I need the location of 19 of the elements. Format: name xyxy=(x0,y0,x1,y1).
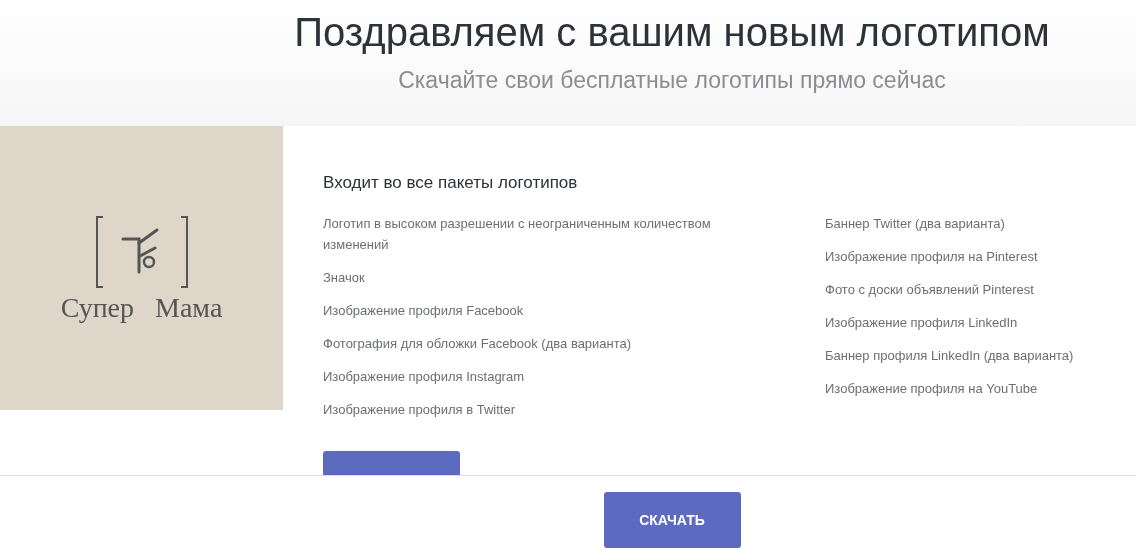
download-button[interactable]: СКАЧАТЬ xyxy=(603,492,741,548)
download-button[interactable] xyxy=(323,451,460,475)
feature-item: Фотография для обложки Facebook (два варианта) xyxy=(323,335,633,353)
feature-item: Фото с доски объявлений Pinterest xyxy=(825,281,1035,299)
logo-mark-icon xyxy=(94,216,189,288)
feature-item: Баннер Twitter (два варианта) xyxy=(825,215,1006,233)
feature-item: Баннер профиля LinkedIn (два варианта) xyxy=(825,347,1075,365)
feature-item: Изображение профиля Instagram xyxy=(323,368,525,386)
feature-item: Изображение профиля LinkedIn xyxy=(825,314,1019,332)
feature-item: Логотип в высоком разрешении с неограниченным количеством изменений xyxy=(323,215,712,254)
feature-item: Значок xyxy=(323,269,366,287)
page-subtitle: Скачайте свои бесплатные логотипы прямо сейчас xyxy=(398,66,946,94)
feature-item: Изображение профиля в Twitter xyxy=(323,401,516,419)
feature-item: Изображение профиля Facebook xyxy=(323,302,525,320)
package-heading: Входит во все пакеты логотипов xyxy=(323,172,579,194)
page-title: Поздравляем с вашим новым логотипом xyxy=(294,9,1050,56)
feature-item: Изображение профиля на YouTube xyxy=(825,380,1039,398)
feature-item: Изображение профиля на Pinterest xyxy=(825,248,1039,266)
logo-text: Супер Мама xyxy=(60,292,223,324)
